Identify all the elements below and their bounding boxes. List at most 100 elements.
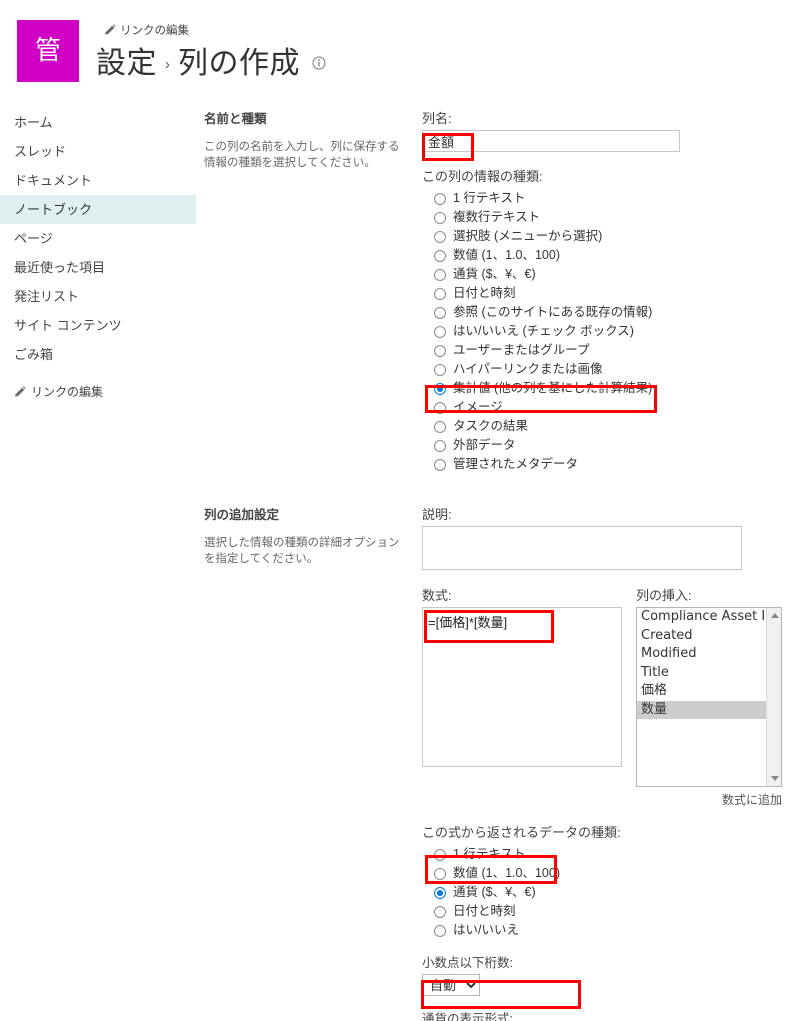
edit-links-sidebar[interactable]: リンクの編集 [0,383,196,400]
radio-option-lookup[interactable]: 参照 (このサイトにある既存の情報) [422,303,800,322]
radio-option-multi-line-text[interactable]: 複数行テキスト [422,208,800,227]
radio-option-managed-metadata[interactable]: 管理されたメタデータ [422,455,800,474]
section-name-and-type-fields: 列名: この列の情報の種類: 1 行テキスト 複数行テキスト 選択肢 (メニュー [422,108,800,474]
insert-column-label: 列の挿入: [636,588,692,603]
formula-textarea[interactable] [422,607,622,767]
radio-label: 数値 (1、1.0、100) [453,248,560,262]
info-circle-icon[interactable] [312,56,326,70]
pencil-icon [14,385,26,398]
radio-label: はい/いいえ [453,923,519,937]
radio-indicator [434,268,446,281]
radio-indicator [434,192,446,205]
sidebar-item-label: 発注リスト [14,289,80,304]
radio-label: 1 行テキスト [453,191,526,205]
radio-label: 複数行テキスト [453,210,541,224]
radio-indicator [434,401,446,414]
radio-option-single-line-text[interactable]: 1 行テキスト [422,189,800,208]
breadcrumb-separator: › [165,56,170,73]
radio-indicator [434,439,446,452]
radio-indicator [434,230,446,243]
column-name-label: 列名: [422,111,452,126]
radio-option-external-data[interactable]: 外部データ [422,436,800,455]
radio-indicator [434,211,446,224]
radio-option-choice[interactable]: 選択肢 (メニューから選択) [422,227,800,246]
left-navigation: ホーム スレッド ドキュメント ノートブック ページ 最近使った項目 発注リスト… [0,108,196,400]
radio-label: 数値 (1、1.0、100) [453,866,560,880]
radio-label: 参照 (このサイトにある既存の情報) [453,305,653,319]
scroll-up-arrow-icon[interactable] [767,608,781,623]
radio-label: ユーザーまたはグループ [453,343,590,357]
radio-label: 外部データ [453,438,516,452]
radio-label: イメージ [453,400,503,414]
list-item[interactable]: Created [637,627,781,646]
site-logo-tile[interactable]: 管 [17,20,79,82]
radio-option-calculated[interactable]: 集計値 (他の列を基にした計算結果) [422,379,800,398]
sidebar-item-notebook[interactable]: ノートブック [0,195,196,224]
column-type-group-label: この列の情報の種類: [422,169,543,184]
edit-links-top-label: リンクの編集 [120,25,189,37]
radio-indicator [434,249,446,262]
sidebar-item-home[interactable]: ホーム [0,108,196,137]
add-to-formula-link[interactable]: 数式に追加 [636,791,782,808]
section-additional-settings: 列の追加設定 選択した情報の種類の詳細オプションを指定してください。 説明: 数… [204,504,800,1021]
radio-indicator [434,344,446,357]
sidebar-item-threads[interactable]: スレッド [0,137,196,166]
return-radio-yes-no[interactable]: はい/いいえ [422,921,800,940]
return-radio-number[interactable]: 数値 (1、1.0、100) [422,864,800,883]
section-heading: 名前と種類 [204,112,267,126]
return-radio-single-line-text[interactable]: 1 行テキスト [422,845,800,864]
radio-label: 選択肢 (メニューから選択) [453,229,603,243]
radio-label: タスクの結果 [453,419,529,433]
radio-label: 集計値 (他の列を基にした計算結果) [453,381,653,395]
column-name-input[interactable] [422,130,680,152]
breadcrumb-parent[interactable]: 設定 [96,38,157,82]
insert-column-listbox[interactable]: Compliance Asset Id Created Modified Tit… [636,607,782,787]
sidebar-item-label: サイト コンテンツ [14,318,122,333]
create-column-form: 名前と種類 この列の名前を入力し、列に保存する情報の種類を選択してください。 列… [204,108,800,1021]
sidebar-item-pages[interactable]: ページ [0,224,196,253]
site-logo-text: 管 [34,36,61,66]
radio-label: 日付と時刻 [453,904,516,918]
decimals-label: 小数点以下桁数: [422,956,513,970]
radio-option-task-outcome[interactable]: タスクの結果 [422,417,800,436]
radio-option-currency[interactable]: 通貨 ($、¥、€) [422,265,800,284]
insert-column-panel: 列の挿入: Compliance Asset Id Created Modifi… [636,585,782,808]
return-type-group-label: この式から返されるデータの種類: [422,825,621,840]
formula-column: 数式: [422,585,622,808]
radio-option-date-time[interactable]: 日付と時刻 [422,284,800,303]
return-radio-currency[interactable]: 通貨 ($、¥、€) [422,883,800,902]
radio-indicator [434,420,446,433]
sidebar-item-label: ホーム [14,115,53,130]
edit-links-top[interactable]: リンクの編集 [104,22,189,38]
radio-indicator [434,886,446,899]
return-radio-date-time[interactable]: 日付と時刻 [422,902,800,921]
radio-indicator [434,867,446,880]
sidebar-item-order-list[interactable]: 発注リスト [0,282,196,311]
section-name-and-type: 名前と種類 この列の名前を入力し、列に保存する情報の種類を選択してください。 列… [204,108,800,474]
list-item-selected[interactable]: 数量 [637,700,781,719]
list-item[interactable]: Modified [637,645,781,664]
list-item[interactable]: Compliance Asset Id [637,608,781,627]
radio-option-person-or-group[interactable]: ユーザーまたはグループ [422,341,800,360]
sidebar-item-documents[interactable]: ドキュメント [0,166,196,195]
radio-option-yes-no[interactable]: はい/いいえ (チェック ボックス) [422,322,800,341]
scroll-down-arrow-icon[interactable] [767,771,781,786]
sidebar-item-recycle-bin[interactable]: ごみ箱 [0,340,196,369]
radio-option-number[interactable]: 数値 (1、1.0、100) [422,246,800,265]
sidebar-item-label: スレッド [14,144,67,159]
radio-indicator [434,325,446,338]
radio-option-hyperlink-or-picture[interactable]: ハイパーリンクまたは画像 [422,360,800,379]
listbox-scrollbar[interactable] [766,608,781,786]
sidebar-item-site-contents[interactable]: サイト コンテンツ [0,311,196,340]
insert-column-list: Compliance Asset Id Created Modified Tit… [637,608,781,719]
pencil-icon [104,24,116,36]
decimals-select[interactable]: 自動 [422,974,480,996]
radio-option-image[interactable]: イメージ [422,398,800,417]
list-item[interactable]: Title [637,664,781,683]
description-label: 説明: [422,507,452,522]
list-item[interactable]: 価格 [637,682,781,701]
description-textarea[interactable] [422,526,742,570]
radio-label: 通貨 ($、¥、€) [453,885,536,899]
breadcrumb: 設定 › 列の作成 [96,38,326,82]
sidebar-item-recent[interactable]: 最近使った項目 [0,253,196,282]
